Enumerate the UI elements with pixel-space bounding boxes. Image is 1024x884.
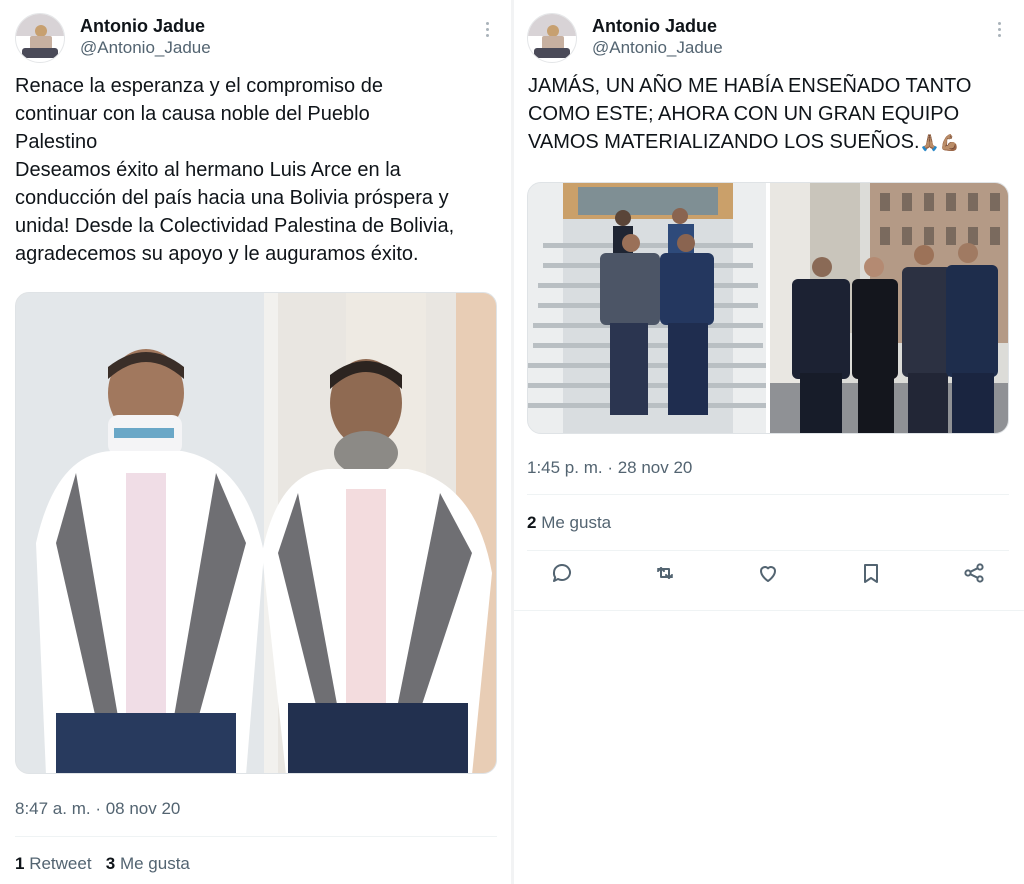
divider-line — [15, 836, 497, 837]
tweet-text-line: conducción del país hacia una Bolivia pr… — [15, 187, 449, 209]
tweet-text-line: Renace la esperanza y el compromiso de — [15, 75, 383, 97]
share-icon[interactable] — [961, 560, 987, 586]
tweet-photo-grid — [527, 182, 1009, 434]
tweet-text-line: Deseamos éxito al hermano Luis Arce en l… — [15, 159, 401, 181]
author-handle[interactable]: @Antonio_Jadue — [592, 38, 723, 58]
more-options-icon[interactable] — [477, 19, 497, 43]
tweet-text-line: COMO ESTE; AHORA CON UN GRAN EQUIPO — [528, 103, 960, 125]
tweet-stats: 1 Retweet 3 Me gusta — [15, 854, 190, 874]
photo-group-on-street — [770, 183, 1008, 433]
tweet-timestamp[interactable]: 8:47 a. m. · 08 nov 20 — [15, 799, 180, 819]
photo-two-men-keffiyeh — [16, 293, 496, 773]
divider-line — [514, 610, 1024, 611]
tweet-text-line-content: VAMOS MATERIALIZANDO LOS SUEÑOS. — [528, 131, 920, 153]
retweet-icon[interactable] — [652, 560, 678, 586]
divider-line — [527, 494, 1009, 495]
tweet-left: Antonio Jadue @Antonio_Jadue Renace la e… — [0, 0, 512, 884]
tweet-photo[interactable] — [15, 292, 497, 774]
tweet-text-line: Palestino — [15, 131, 98, 153]
tweet-text: Renace la esperanza y el compromiso de c… — [15, 72, 505, 268]
bookmark-icon[interactable] — [858, 560, 884, 586]
tweet-actions-bar — [527, 560, 1009, 600]
likes-label[interactable]: Me gusta — [120, 854, 190, 873]
tweet-header: Antonio Jadue @Antonio_Jadue — [15, 13, 497, 65]
like-icon[interactable] — [755, 560, 781, 586]
avatar[interactable] — [527, 13, 577, 63]
author-handle[interactable]: @Antonio_Jadue — [80, 38, 211, 58]
tweet-stats: 2 Me gusta — [527, 513, 611, 533]
tweet-text: JAMÁS, UN AÑO ME HABÍA ENSEÑADO TANTO CO… — [528, 72, 1008, 158]
avatar[interactable] — [15, 13, 65, 63]
author-name[interactable]: Antonio Jadue — [592, 16, 717, 37]
likes-count[interactable]: 3 — [106, 854, 115, 873]
photo-group-on-stairs — [528, 183, 766, 433]
tweet-timestamp[interactable]: 1:45 p. m. · 28 nov 20 — [527, 458, 692, 478]
tweet-right: Antonio Jadue @Antonio_Jadue JAMÁS, UN A… — [514, 0, 1024, 884]
retweets-label[interactable]: Retweet — [29, 854, 91, 873]
tweet-text-line: VAMOS MATERIALIZANDO LOS SUEÑOS.🙏🏽💪🏽 — [528, 128, 1008, 158]
likes-count[interactable]: 2 — [527, 513, 536, 532]
reply-icon[interactable] — [549, 560, 575, 586]
tweet-header: Antonio Jadue @Antonio_Jadue — [527, 13, 1009, 65]
retweets-count[interactable]: 1 — [15, 854, 24, 873]
divider-line — [527, 550, 1009, 551]
more-options-icon[interactable] — [989, 19, 1009, 43]
author-name[interactable]: Antonio Jadue — [80, 16, 205, 37]
tweet-text-line: JAMÁS, UN AÑO ME HABÍA ENSEÑADO TANTO — [528, 75, 972, 97]
tweet-text-line: continuar con la causa noble del Pueblo — [15, 103, 370, 125]
tweet-text-line: unida! Desde la Colectividad Palestina d… — [15, 215, 455, 237]
emoji-pray-flex-icon: 🙏🏽💪🏽 — [919, 135, 960, 152]
tweet-text-line: agradecemos su apoyo y le auguramos éxit… — [15, 243, 419, 265]
likes-label[interactable]: Me gusta — [541, 513, 611, 532]
tweet-photo-staircase[interactable] — [528, 183, 766, 433]
tweet-photo-street[interactable] — [770, 183, 1008, 433]
